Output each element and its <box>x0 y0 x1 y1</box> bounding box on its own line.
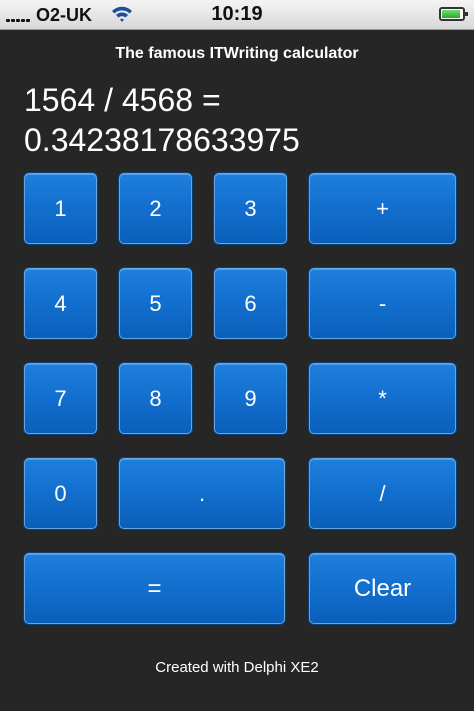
status-bar: O2-UK 10:19 <box>0 0 474 30</box>
clear-button[interactable]: Clear <box>309 553 456 624</box>
calculator-screen: O2-UK 10:19 The famous ITWriting calcula… <box>0 0 474 711</box>
minus-button[interactable]: - <box>309 268 456 339</box>
key-1-button[interactable]: 1 <box>24 173 97 244</box>
plus-button[interactable]: + <box>309 173 456 244</box>
key-8-button[interactable]: 8 <box>119 363 192 434</box>
footer-credit: Created with Delphi XE2 <box>155 659 319 676</box>
display-expression: 1564 / 4568 = <box>24 82 221 118</box>
key-9-button[interactable]: 9 <box>214 363 287 434</box>
key-0-button[interactable]: 0 <box>24 458 97 529</box>
status-time: 10:19 <box>211 3 263 25</box>
key-7-button[interactable]: 7 <box>24 363 97 434</box>
key-5-button[interactable]: 5 <box>119 268 192 339</box>
display-result: 0.34238178633975 <box>24 122 300 158</box>
equals-button[interactable]: = <box>24 553 285 624</box>
key-2-button[interactable]: 2 <box>119 173 192 244</box>
divide-button[interactable]: / <box>309 458 456 529</box>
calculator-display: 1564 / 4568 = 0.34238178633975 <box>24 80 464 160</box>
battery-icon <box>439 7 468 21</box>
key-6-button[interactable]: 6 <box>214 268 287 339</box>
app-title: The famous ITWriting calculator <box>115 45 359 62</box>
key-4-button[interactable]: 4 <box>24 268 97 339</box>
decimal-point-button[interactable]: . <box>119 458 285 529</box>
key-3-button[interactable]: 3 <box>214 173 287 244</box>
multiply-button[interactable]: * <box>309 363 456 434</box>
